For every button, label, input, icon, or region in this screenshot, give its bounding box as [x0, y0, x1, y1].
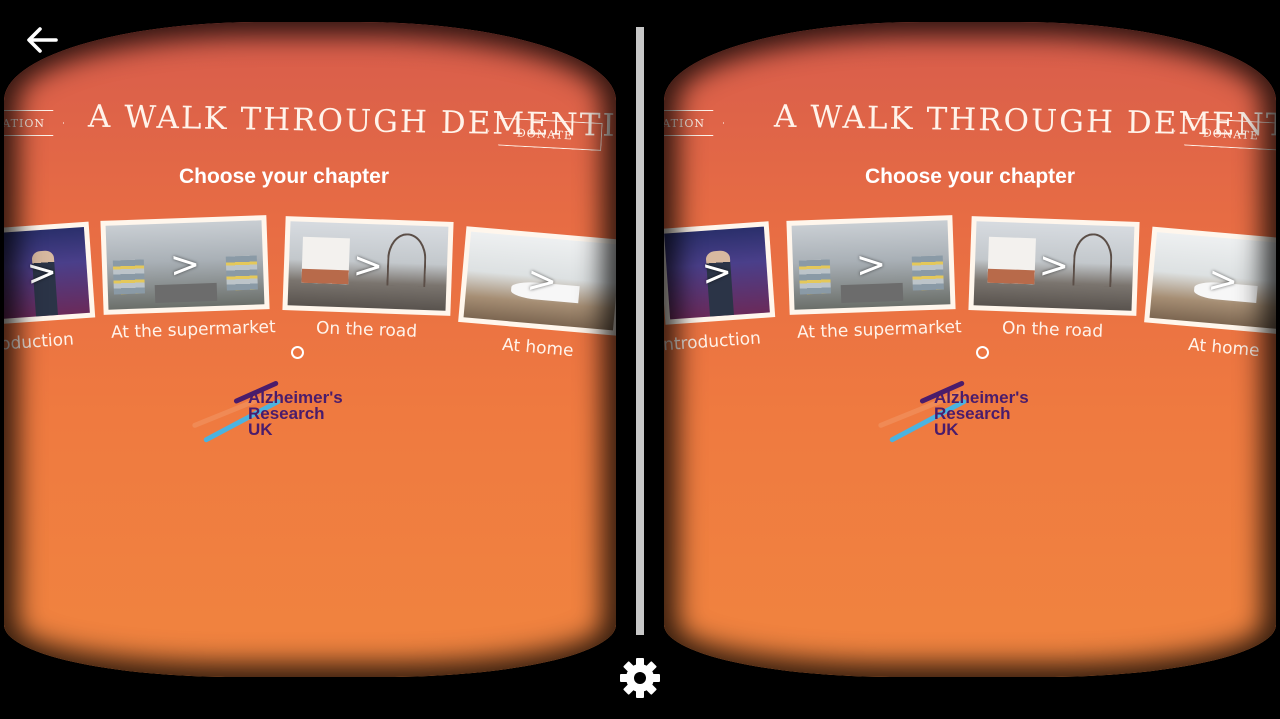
- chapter-label-introduction: oduction: [4, 329, 75, 355]
- play-arrow-icon: >: [25, 251, 59, 295]
- donate-tab[interactable]: DONATE: [487, 117, 602, 151]
- chapter-label-home: At home: [501, 334, 575, 362]
- gaze-cursor: [976, 346, 989, 359]
- chapter-card-introduction[interactable]: >: [4, 221, 96, 325]
- left-eye-view: RMATION A WALK THROUGH DEMENTIA DONATE C…: [4, 22, 616, 677]
- information-tab[interactable]: RMATION: [4, 110, 64, 136]
- chapter-card-introduction[interactable]: >: [664, 221, 776, 325]
- right-eye-view: RMATION A WALK THROUGH DEMENTIA DONATE C…: [664, 22, 1276, 677]
- chapter-label-supermarket: At the supermarket: [110, 317, 276, 343]
- app-title: A WALK THROUGH DEMENTIA: [87, 98, 616, 145]
- app-title: A WALK THROUGH DEMENTIA: [773, 98, 1276, 145]
- chapter-card-road[interactable]: >: [968, 216, 1140, 316]
- chapter-card-supermarket[interactable]: >: [100, 215, 270, 315]
- chapter-scene: RMATION A WALK THROUGH DEMENTIA DONATE C…: [4, 22, 616, 677]
- chapter-card-supermarket[interactable]: >: [786, 215, 956, 315]
- play-arrow-icon: >: [700, 251, 734, 295]
- play-arrow-icon: >: [1038, 244, 1070, 288]
- play-arrow-icon: >: [1206, 259, 1240, 303]
- chapter-thumbnail: >: [4, 226, 90, 320]
- chapter-thumbnail: >: [287, 221, 449, 311]
- chapter-scene: RMATION A WALK THROUGH DEMENTIA DONATE C…: [664, 22, 1276, 677]
- back-button[interactable]: [20, 18, 64, 62]
- chapter-thumbnail: >: [791, 220, 951, 310]
- gear-icon: [620, 658, 660, 698]
- chapter-label-road: On the road: [315, 318, 418, 342]
- chapter-thumbnail: >: [463, 231, 616, 331]
- donate-tab[interactable]: DONATE: [1173, 117, 1276, 151]
- logo-text: Alzheimer's Research UK: [934, 388, 1029, 439]
- play-arrow-icon: >: [855, 243, 887, 287]
- logo-text: Alzheimer's Research UK: [248, 388, 343, 439]
- chapter-prompt: Choose your chapter: [178, 165, 390, 188]
- vr-center-divider: [636, 27, 644, 635]
- gaze-cursor: [291, 346, 304, 359]
- alzheimers-research-uk-logo: Alzheimer's Research UK: [868, 360, 1068, 450]
- chapter-thumbnail: >: [105, 220, 265, 310]
- information-tab[interactable]: RMATION: [664, 110, 724, 136]
- chapter-label-supermarket: At the supermarket: [796, 317, 962, 343]
- chapter-card-home[interactable]: >: [1144, 226, 1276, 336]
- vr-viewer: RMATION A WALK THROUGH DEMENTIA DONATE C…: [0, 0, 1280, 719]
- chapter-label-introduction: Introduction: [664, 328, 762, 356]
- chapter-thumbnail: >: [664, 226, 770, 320]
- alzheimers-research-uk-logo: Alzheimer's Research UK: [182, 360, 382, 450]
- chapter-card-home[interactable]: >: [458, 226, 616, 336]
- play-arrow-icon: >: [169, 243, 201, 287]
- back-arrow-icon: [27, 27, 58, 53]
- chapter-prompt: Choose your chapter: [864, 165, 1076, 188]
- chapter-thumbnail: >: [973, 221, 1135, 311]
- chapter-label-home: At home: [1187, 334, 1261, 362]
- chapter-card-road[interactable]: >: [282, 216, 454, 316]
- settings-button[interactable]: [616, 654, 664, 702]
- play-arrow-icon: >: [352, 244, 384, 288]
- play-arrow-icon: >: [525, 259, 559, 303]
- chapter-thumbnail: >: [1149, 232, 1276, 330]
- chapter-label-road: On the road: [1001, 318, 1104, 342]
